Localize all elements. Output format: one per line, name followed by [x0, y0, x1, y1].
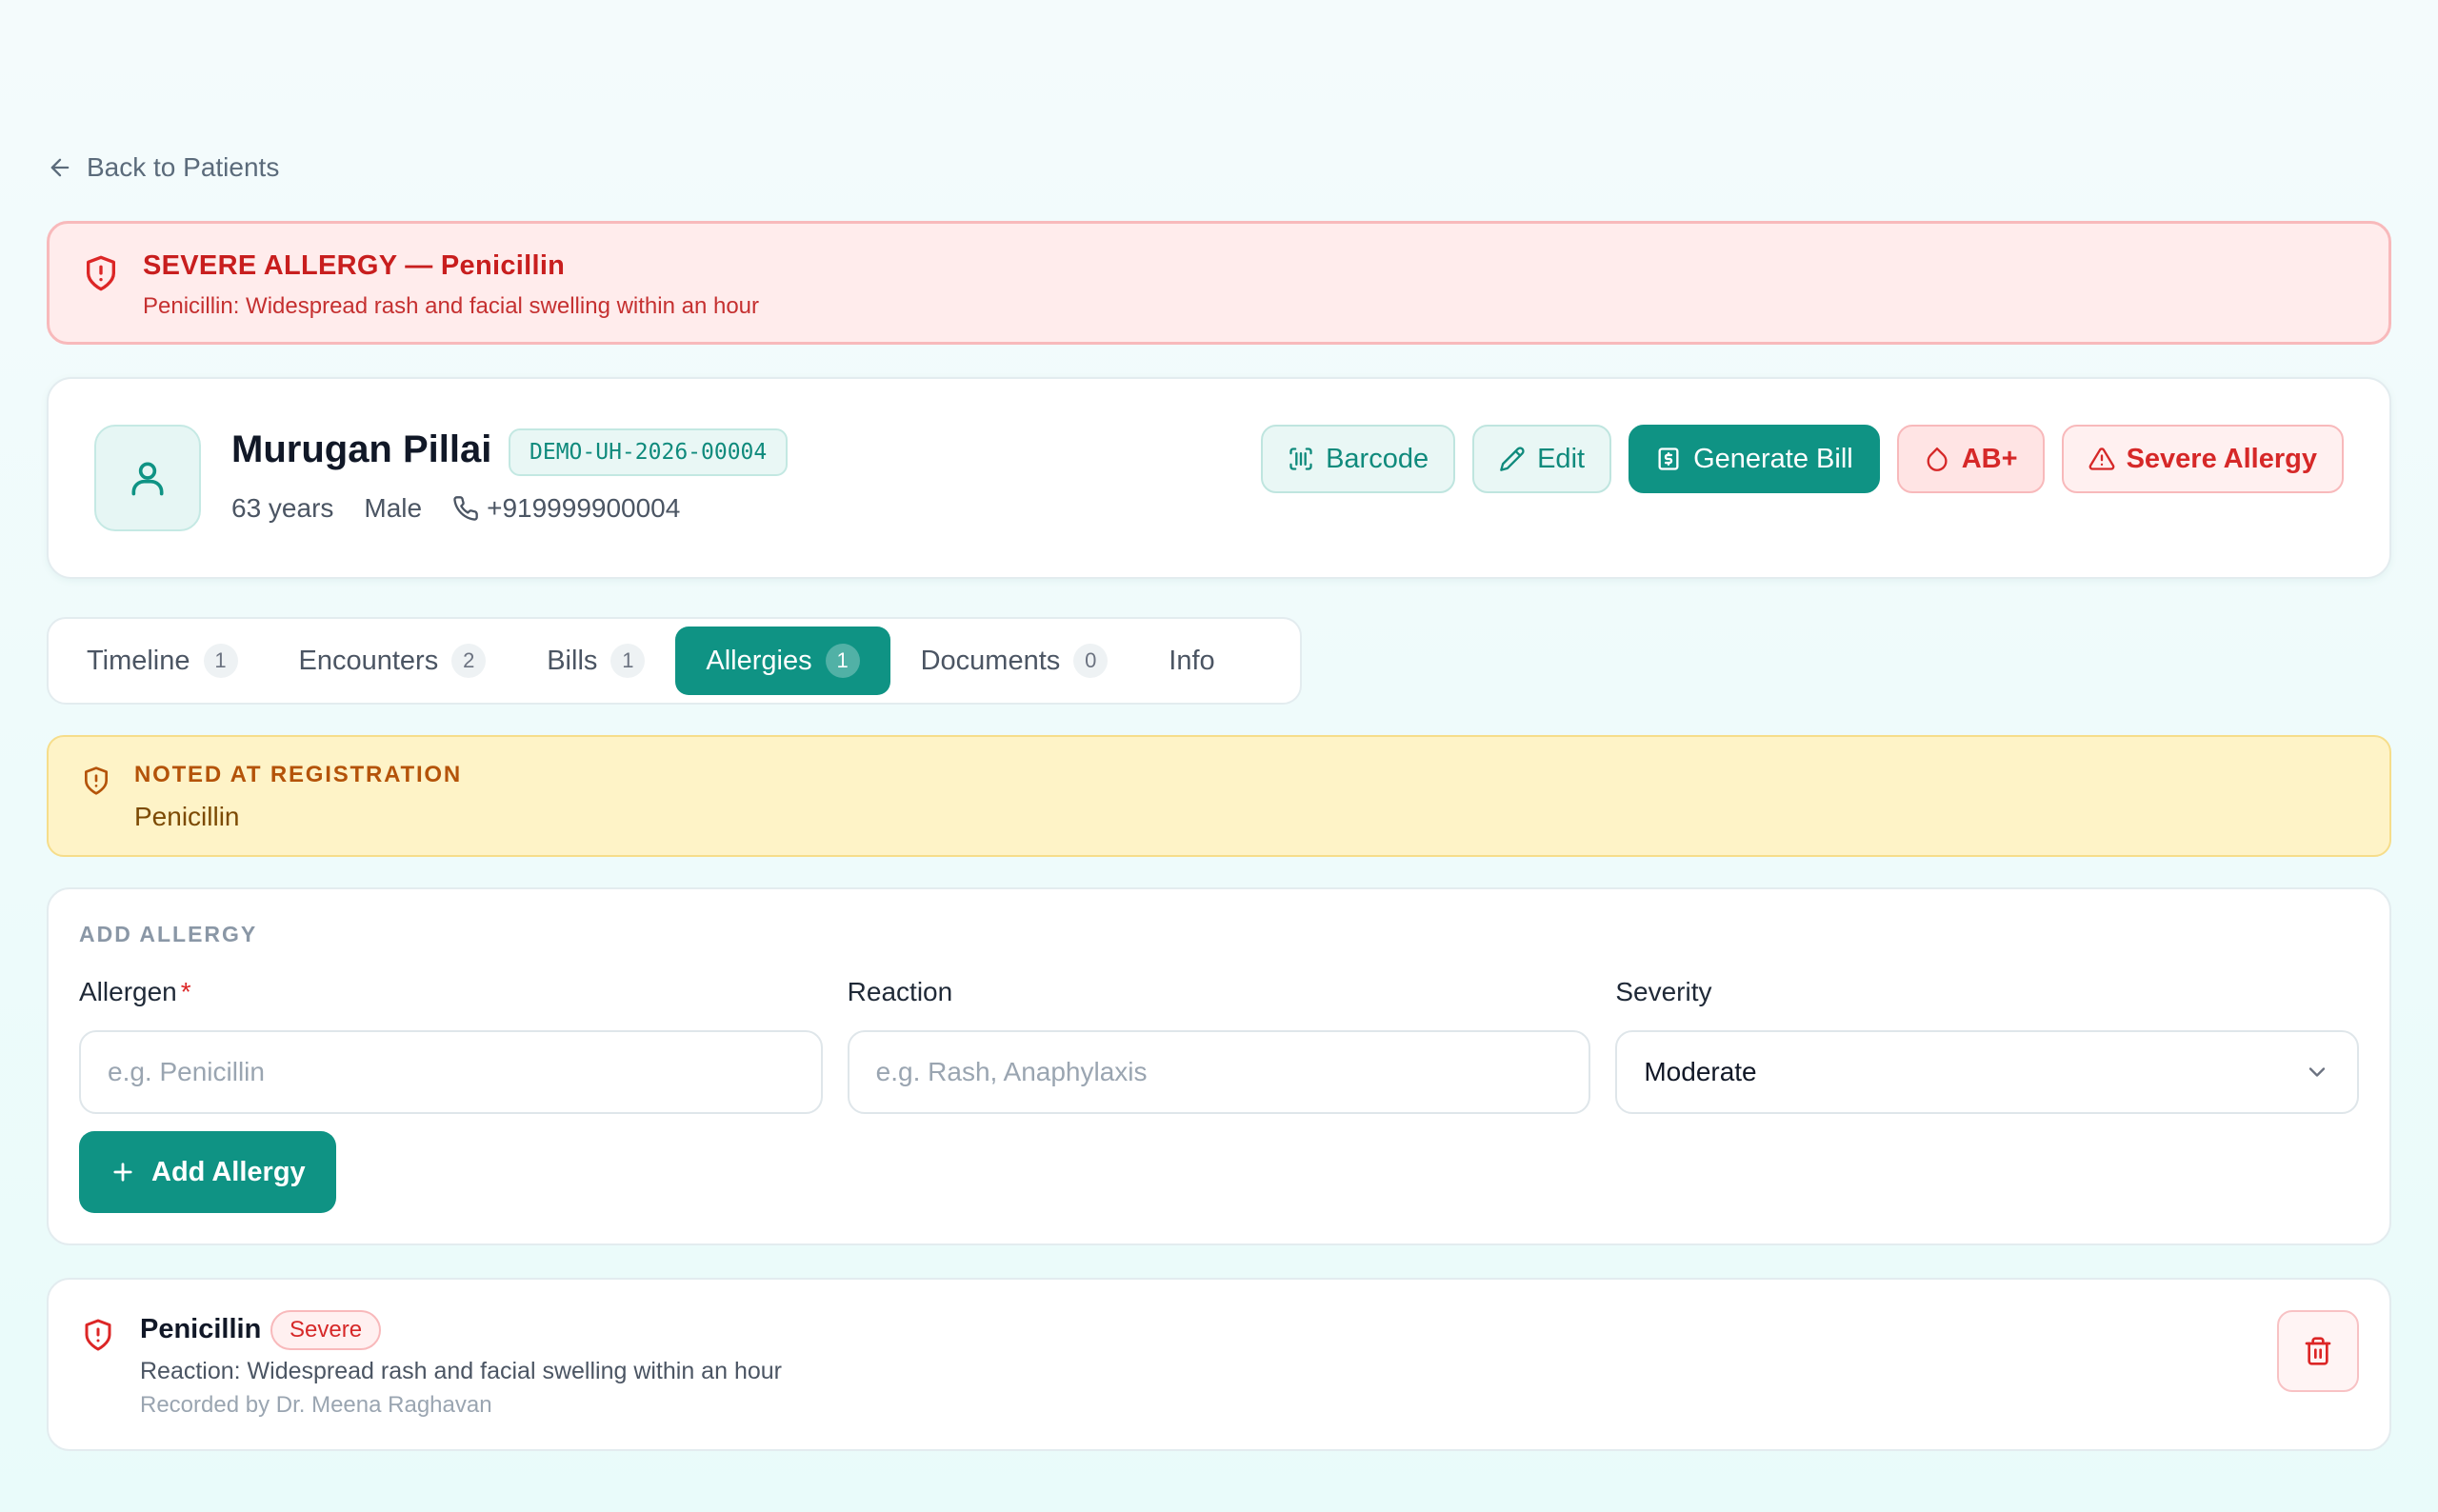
patient-id-badge: DEMO-UH-2026-00004 [509, 428, 789, 476]
tab-allergies[interactable]: Allergies 1 [675, 627, 890, 695]
registration-note-value: Penicillin [134, 802, 240, 831]
blood-group-badge[interactable]: AB+ [1896, 425, 2045, 493]
generate-bill-label: Generate Bill [1693, 443, 1853, 474]
droplet-icon [1927, 447, 1948, 471]
tab-encounters[interactable]: Encounters 2 [269, 627, 517, 695]
allergy-recorded-by: Recorded by Dr. Meena Raghavan [140, 1392, 492, 1418]
shield-alert-icon [87, 255, 116, 291]
severity-field-group: Severity Moderate [1615, 977, 2360, 1114]
tab-label: Allergies [706, 645, 812, 676]
registration-note-banner: NOTED AT REGISTRATION Penicillin [47, 735, 2391, 857]
patient-actions: Barcode Edit Generate Bill AB+ Severe Al… [1261, 425, 2344, 493]
back-link-label: Back to Patients [87, 152, 280, 182]
tab-label: Info [1169, 645, 1215, 676]
tab-count-badge: 1 [825, 644, 860, 678]
allergen-input[interactable] [79, 1030, 823, 1114]
barcode-button-label: Barcode [1326, 443, 1429, 474]
add-allergy-fields: Allergen* Reaction Severity Moderate [79, 977, 2360, 1114]
chevron-down-icon [2308, 1067, 2326, 1077]
tab-bills[interactable]: Bills 1 [516, 627, 675, 695]
reaction-label: Reaction [847, 977, 953, 1006]
tab-count-badge: 2 [451, 644, 487, 678]
list-item: Penicillin Severe Reaction: Widespread r… [47, 1278, 2391, 1451]
shield-alert-icon [85, 1319, 111, 1351]
tab-label: Documents [920, 645, 1061, 676]
patient-age: 63 years [231, 493, 334, 523]
tab-documents[interactable]: Documents 0 [890, 627, 1139, 695]
tab-count-badge: 0 [1073, 644, 1109, 678]
shield-alert-icon [85, 766, 108, 795]
alert-detail: Penicillin: Widespread rash and facial s… [143, 293, 760, 319]
delete-allergy-button[interactable] [2277, 1310, 2359, 1392]
phone-icon [453, 496, 478, 521]
barcode-icon [1289, 448, 1312, 470]
arrow-left-icon [50, 158, 70, 177]
add-allergy-button[interactable]: Add Allergy [79, 1131, 336, 1213]
receipt-icon [1658, 448, 1679, 470]
allergen-field-group: Allergen * [79, 977, 823, 1114]
patient-name: Murugan Pillai [231, 428, 492, 470]
generate-bill-button[interactable]: Generate Bill [1629, 425, 1880, 493]
severe-allergy-banner: SEVERE ALLERGY — Penicillin Penicillin: … [47, 221, 2391, 345]
tab-label: Timeline [87, 645, 190, 676]
severity-select[interactable]: Moderate [1615, 1030, 2360, 1114]
add-allergy-heading: ADD ALLERGY [79, 922, 258, 946]
tab-label: Encounters [298, 645, 439, 676]
severity-label: Severity [1615, 977, 1712, 1006]
tab-count-badge: 1 [610, 644, 646, 678]
severe-allergy-badge[interactable]: Severe Allergy [2061, 425, 2344, 493]
back-to-patients-link[interactable]: Back to Patients [47, 152, 279, 183]
alert-title: SEVERE ALLERGY — Penicillin [143, 250, 566, 281]
patient-meta: 63 years Male +919999900004 [231, 493, 680, 524]
patient-header-card: Murugan Pillai DEMO-UH-2026-00004 63 yea… [47, 377, 2391, 579]
plus-icon [113, 1163, 132, 1182]
blood-group-label: AB+ [1961, 443, 2018, 474]
allergen-label: Allergen * [79, 977, 823, 1013]
required-marker: * [180, 977, 191, 1006]
severe-allergy-label: Severe Allergy [2126, 443, 2317, 474]
add-allergy-card: ADD ALLERGY Allergen* Reaction Severity … [47, 887, 2391, 1245]
add-allergy-button-label: Add Allergy [151, 1156, 306, 1187]
user-icon [131, 462, 164, 496]
tab-label: Bills [547, 645, 598, 676]
severity-badge: Severe [270, 1310, 382, 1350]
trash-icon [2305, 1337, 2331, 1365]
warning-triangle-icon [2088, 448, 2114, 470]
pencil-icon [1500, 447, 1525, 471]
patient-phone: +919999900004 [487, 493, 681, 523]
avatar [94, 425, 201, 531]
patient-sex: Male [364, 493, 423, 523]
reaction-input[interactable] [847, 1030, 1591, 1114]
severity-value: Moderate [1644, 1057, 1757, 1086]
allergy-reaction: Reaction: Widespread rash and facial swe… [140, 1358, 782, 1384]
allergen-label-text: Allergen [79, 977, 177, 1006]
patient-tabs: Timeline 1 Encounters 2 Bills 1 Allergie… [47, 617, 1302, 705]
allergy-name: Penicillin [140, 1314, 262, 1344]
edit-button[interactable]: Edit [1472, 425, 1612, 493]
tab-timeline[interactable]: Timeline 1 [56, 627, 269, 695]
registration-note-title: NOTED AT REGISTRATION [134, 762, 463, 787]
edit-button-label: Edit [1537, 443, 1586, 474]
barcode-button[interactable]: Barcode [1261, 425, 1456, 493]
tab-count-badge: 1 [203, 644, 238, 678]
reaction-field-group: Reaction [847, 977, 1591, 1114]
tab-info[interactable]: Info [1138, 627, 1245, 695]
